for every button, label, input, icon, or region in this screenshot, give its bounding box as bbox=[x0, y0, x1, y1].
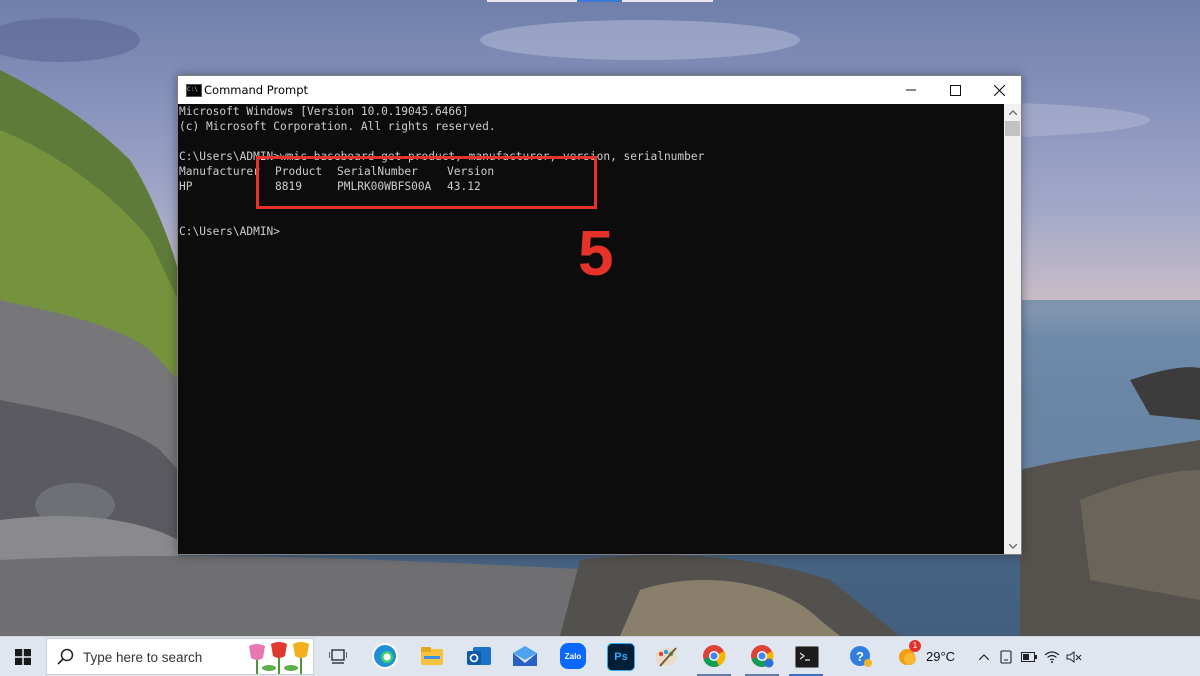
window-title: Command Prompt bbox=[204, 83, 309, 97]
weather-badge: 1 bbox=[909, 640, 921, 652]
svg-text:?: ? bbox=[856, 649, 864, 664]
battery-button[interactable] bbox=[1020, 637, 1038, 676]
volume-muted-icon bbox=[1066, 650, 1082, 663]
chrome-icon[interactable] bbox=[701, 643, 727, 669]
start-button[interactable] bbox=[0, 637, 46, 676]
task-view-icon bbox=[329, 648, 347, 664]
command-prompt-window[interactable]: C:\ Command Prompt Microsoft Windows [Ve… bbox=[177, 75, 1022, 555]
volume-button[interactable] bbox=[1065, 637, 1083, 676]
edge-icon[interactable] bbox=[372, 643, 398, 669]
file-explorer-icon[interactable] bbox=[419, 643, 445, 669]
maximize-button[interactable] bbox=[933, 76, 977, 104]
top-strip-left bbox=[487, 0, 577, 2]
meet-now-button[interactable] bbox=[998, 637, 1014, 676]
tulips-icon bbox=[249, 642, 309, 674]
search-placeholder: Type here to search bbox=[83, 650, 203, 665]
vertical-scrollbar[interactable] bbox=[1004, 104, 1021, 554]
header-manufacturer: Manufacturer bbox=[179, 165, 260, 178]
paint-icon[interactable] bbox=[654, 643, 680, 669]
wifi-icon bbox=[1044, 650, 1060, 663]
task-view-button[interactable] bbox=[320, 637, 356, 676]
search-icon bbox=[57, 648, 74, 665]
windows-logo-icon bbox=[15, 648, 31, 665]
title-bar[interactable]: C:\ Command Prompt bbox=[178, 76, 1021, 104]
scroll-down-arrow-icon[interactable] bbox=[1004, 538, 1021, 554]
chrome-profile-icon[interactable] bbox=[749, 643, 775, 669]
command-prompt-taskbar-icon[interactable] bbox=[795, 646, 819, 668]
close-icon bbox=[993, 84, 1005, 96]
outlook-icon[interactable] bbox=[466, 643, 492, 669]
step-number: 5 bbox=[578, 217, 614, 289]
search-box[interactable]: Type here to search bbox=[46, 638, 314, 675]
wifi-button[interactable] bbox=[1043, 637, 1061, 676]
minimize-icon bbox=[906, 89, 916, 91]
cell-manufacturer: HP bbox=[179, 180, 193, 193]
mail-icon[interactable] bbox=[512, 643, 538, 669]
close-button[interactable] bbox=[977, 76, 1021, 104]
help-icon[interactable]: ? bbox=[848, 643, 874, 669]
command-prompt-icon: C:\ bbox=[186, 84, 202, 97]
highlight-box bbox=[256, 156, 597, 209]
top-strip-right bbox=[622, 0, 713, 2]
show-hidden-icons-button[interactable] bbox=[976, 637, 992, 676]
minimize-button[interactable] bbox=[889, 76, 933, 104]
zalo-icon[interactable]: Zalo bbox=[560, 643, 586, 669]
scroll-up-arrow-icon[interactable] bbox=[1004, 104, 1021, 120]
taskbar: Type here to search Zalo Ps ? 1 29°C bbox=[0, 636, 1200, 676]
weather-widget[interactable]: 1 29°C bbox=[894, 637, 964, 676]
scrollbar-thumb[interactable] bbox=[1005, 121, 1020, 136]
device-icon bbox=[1000, 649, 1012, 664]
battery-icon bbox=[1021, 651, 1037, 662]
temperature-label: 29°C bbox=[926, 649, 956, 664]
console-line-copyright: (c) Microsoft Corporation. All rights re… bbox=[179, 120, 496, 133]
chevron-up-icon bbox=[979, 653, 989, 660]
console-line-version: Microsoft Windows [Version 10.0.19045.64… bbox=[179, 105, 469, 118]
top-strip-active bbox=[577, 0, 622, 2]
console-prompt[interactable]: C:\Users\ADMIN> bbox=[179, 224, 280, 239]
maximize-icon bbox=[949, 84, 961, 96]
photoshop-icon[interactable]: Ps bbox=[607, 643, 635, 671]
